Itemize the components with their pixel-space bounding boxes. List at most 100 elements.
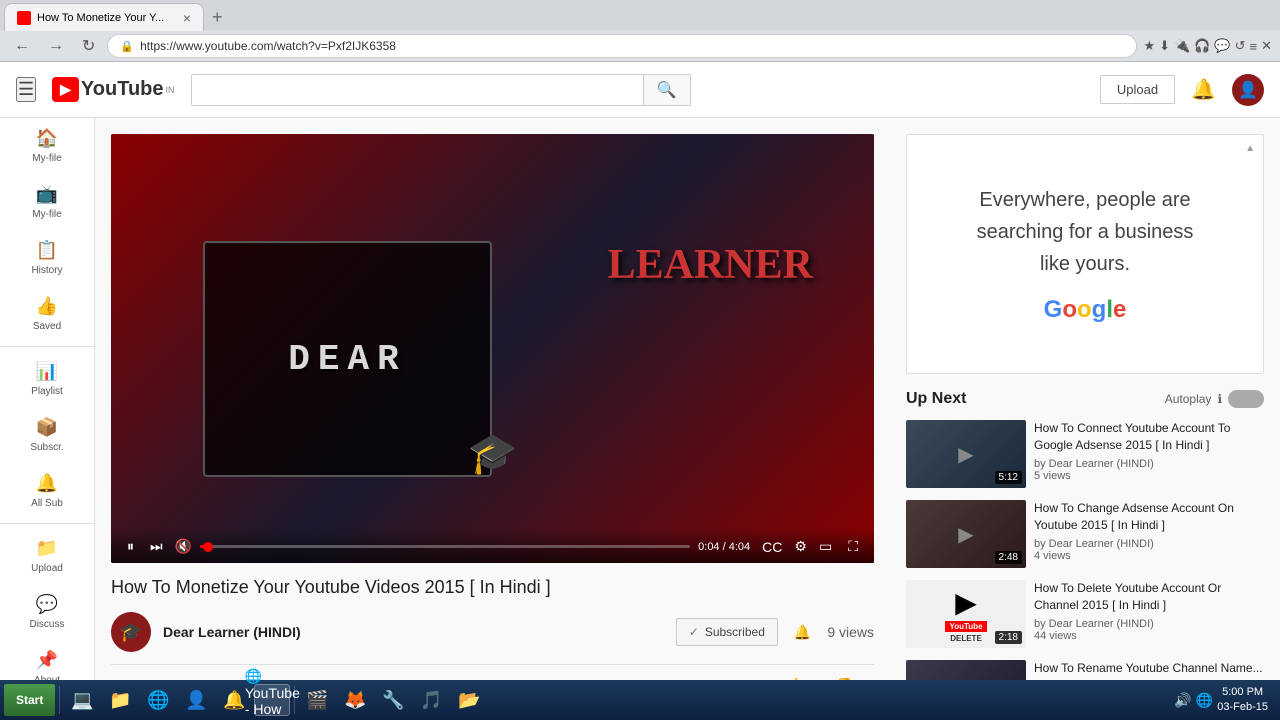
video-channel-3: by Dear Learner (HINDI): [1034, 618, 1264, 630]
sidebar-item-my-file-1[interactable]: 🏠 My-file: [0, 118, 94, 174]
active-tab[interactable]: How To Monetize Your Y... ×: [4, 3, 204, 31]
views-count: 9 views: [827, 624, 874, 640]
up-next-header: Up Next Autoplay ℹ: [906, 390, 1264, 408]
back-button[interactable]: ←: [8, 35, 36, 57]
google-logo[interactable]: Google: [1044, 296, 1127, 324]
autoplay-info-icon[interactable]: ℹ: [1217, 392, 1222, 406]
network-sys-icon[interactable]: 🌐: [1196, 692, 1213, 709]
progress-bar[interactable]: [200, 545, 690, 548]
video-card-title-1: How To Connect Youtube Account To Google…: [1034, 420, 1264, 454]
channel-name[interactable]: Dear Learner (HINDI): [163, 624, 664, 640]
sidebar: 🏠 My-file 📺 My-file 📋 History 👍 Saved 📊 …: [0, 118, 95, 720]
menu-icon[interactable]: ≡: [1250, 39, 1258, 54]
youtube-logo[interactable]: ▶ YouTube IN: [52, 77, 174, 102]
ad-indicator: ▲: [1245, 143, 1255, 154]
refresh-button[interactable]: ↻: [76, 34, 101, 58]
history-icon: 📋: [36, 240, 58, 261]
subscribe-check-icon: ✓: [689, 625, 699, 639]
video-card-2[interactable]: ▶ 2:48 How To Change Adsense Account On …: [906, 500, 1264, 568]
forward-button[interactable]: →: [42, 35, 70, 57]
channel-avatar[interactable]: 🎓: [111, 612, 151, 652]
bookmark-icon[interactable]: ★: [1143, 38, 1155, 54]
subscribe-bell-icon[interactable]: 🔔: [790, 620, 815, 645]
taskbar: Start 💻 📁 🌐 👤 🔔 🌐 YouTube - How To... 🎬 …: [0, 680, 1280, 720]
subscribe-button[interactable]: ✓ Subscribed: [676, 618, 778, 646]
volume-button[interactable]: 🔇: [175, 538, 192, 555]
volume-sys-icon[interactable]: 🔊: [1174, 692, 1191, 709]
all-subs-icon: 🔔: [36, 473, 58, 494]
video-card-title-2: How To Change Adsense Account On Youtube…: [1034, 500, 1264, 534]
taskbar-icon-chrome[interactable]: 🌐 YouTube - How To...: [254, 684, 290, 716]
sidebar-item-discuss[interactable]: 💬 Discuss: [0, 584, 94, 640]
taskbar-icon-user[interactable]: 👤: [178, 684, 214, 716]
taskbar-icon-vlc[interactable]: 🎬: [299, 684, 335, 716]
address-bar[interactable]: 🔒 https://www.youtube.com/watch?v=Pxf2IJ…: [107, 34, 1137, 58]
sidebar-item-history[interactable]: 📋 History: [0, 230, 94, 286]
taskbar-icon-ie[interactable]: 🌐: [140, 684, 176, 716]
subscriptions-icon: 📦: [36, 417, 58, 438]
skip-button[interactable]: ⏭: [146, 536, 167, 557]
url-text: https://www.youtube.com/watch?v=Pxf2IJK6…: [140, 39, 1124, 53]
user-avatar[interactable]: 👤: [1232, 74, 1264, 106]
yt-country: IN: [166, 85, 175, 95]
headphone-icon[interactable]: 🎧: [1194, 38, 1210, 54]
video-channel-1: by Dear Learner (HINDI): [1034, 458, 1264, 470]
taskbar-icon-firefox[interactable]: 🦊: [337, 684, 373, 716]
taskbar-icon-settings[interactable]: 🔧: [375, 684, 411, 716]
new-tab-button[interactable]: +: [204, 5, 231, 30]
video-card-3[interactable]: ▶ YouTube DELETE 2:18 How To Delete Yout…: [906, 580, 1264, 648]
video-card-1[interactable]: ▶ 5:12 How To Connect Youtube Account To…: [906, 420, 1264, 488]
time-display: 0:04 / 4:04: [698, 541, 750, 553]
video-views-2: 4 views: [1034, 550, 1264, 562]
tab-close-button[interactable]: ×: [183, 10, 191, 26]
sidebar-item-upload[interactable]: 📁 Upload: [0, 528, 94, 584]
refresh-icon2[interactable]: ↺: [1235, 38, 1246, 54]
skype-icon[interactable]: 💬: [1214, 38, 1230, 54]
taskbar-separator-1: [59, 686, 60, 714]
search-button[interactable]: 🔍: [643, 74, 691, 106]
subscribe-label: Subscribed: [705, 625, 765, 639]
main-container: 🏠 My-file 📺 My-file 📋 History 👍 Saved 📊 …: [0, 118, 1280, 720]
upload-button[interactable]: Upload: [1100, 75, 1175, 104]
sys-icons: 🔊 🌐: [1174, 692, 1213, 709]
tab-bar: How To Monetize Your Y... × +: [0, 0, 1280, 30]
taskbar-icon-folder[interactable]: 📂: [451, 684, 487, 716]
sidebar-label: My-file: [32, 153, 61, 164]
cc-button[interactable]: CC: [758, 537, 786, 557]
video-info-2: How To Change Adsense Account On Youtube…: [1034, 500, 1264, 568]
download-icon[interactable]: ⬇: [1159, 38, 1170, 54]
sidebar-item-my-file-2[interactable]: 📺 My-file: [0, 174, 94, 230]
clock-time: 5:00 PM: [1217, 685, 1268, 700]
ad-text-line3: like yours.: [1040, 248, 1130, 280]
dear-text: DEAR: [288, 339, 406, 380]
search-input[interactable]: [191, 74, 643, 106]
extension-icon[interactable]: 🔌: [1174, 38, 1190, 54]
fullscreen-button[interactable]: ⛶: [844, 536, 862, 557]
browser-tools: ★ ⬇ 🔌 🎧 💬 ↺ ≡ ✕: [1143, 38, 1272, 54]
start-button[interactable]: Start: [4, 684, 55, 716]
ad-text-line2: searching for a business: [977, 216, 1194, 248]
notification-bell-icon[interactable]: 🔔: [1191, 77, 1216, 102]
close-browser-icon[interactable]: ✕: [1261, 38, 1272, 54]
video-duration-2: 2:48: [995, 551, 1022, 564]
sidebar-item-all-subs[interactable]: 🔔 All Sub: [0, 463, 94, 519]
playlist-icon: 📊: [36, 361, 58, 382]
settings-button[interactable]: ⚙: [794, 538, 807, 555]
theater-button[interactable]: ▭: [815, 536, 836, 557]
autoplay-toggle[interactable]: [1228, 390, 1264, 408]
sidebar-item-playlist[interactable]: 📊 Playlist: [0, 351, 94, 407]
sidebar-item-subscriptions[interactable]: 📦 Subscr.: [0, 407, 94, 463]
video-player[interactable]: DEAR LEARNER 🎓 ⏸ ⏭ 🔇: [111, 134, 874, 563]
hamburger-menu[interactable]: ☰: [16, 77, 36, 102]
yt-logo-icon: ▶: [52, 77, 79, 102]
sidebar-label: Discuss: [29, 619, 64, 630]
sidebar-label: My-file: [32, 209, 61, 220]
taskbar-icon-windows[interactable]: 💻: [64, 684, 100, 716]
video-controls: ⏸ ⏭ 🔇 0:04 / 4:04 CC ⚙ ▭ ⛶: [111, 528, 874, 563]
taskbar-icon-explorer[interactable]: 📁: [102, 684, 138, 716]
sidebar-divider-2: [0, 523, 94, 524]
sidebar-item-saved[interactable]: 👍 Saved: [0, 286, 94, 342]
taskbar-icon-music[interactable]: 🎵: [413, 684, 449, 716]
autoplay-label: Autoplay: [1165, 392, 1212, 406]
play-pause-button[interactable]: ⏸: [123, 536, 138, 557]
